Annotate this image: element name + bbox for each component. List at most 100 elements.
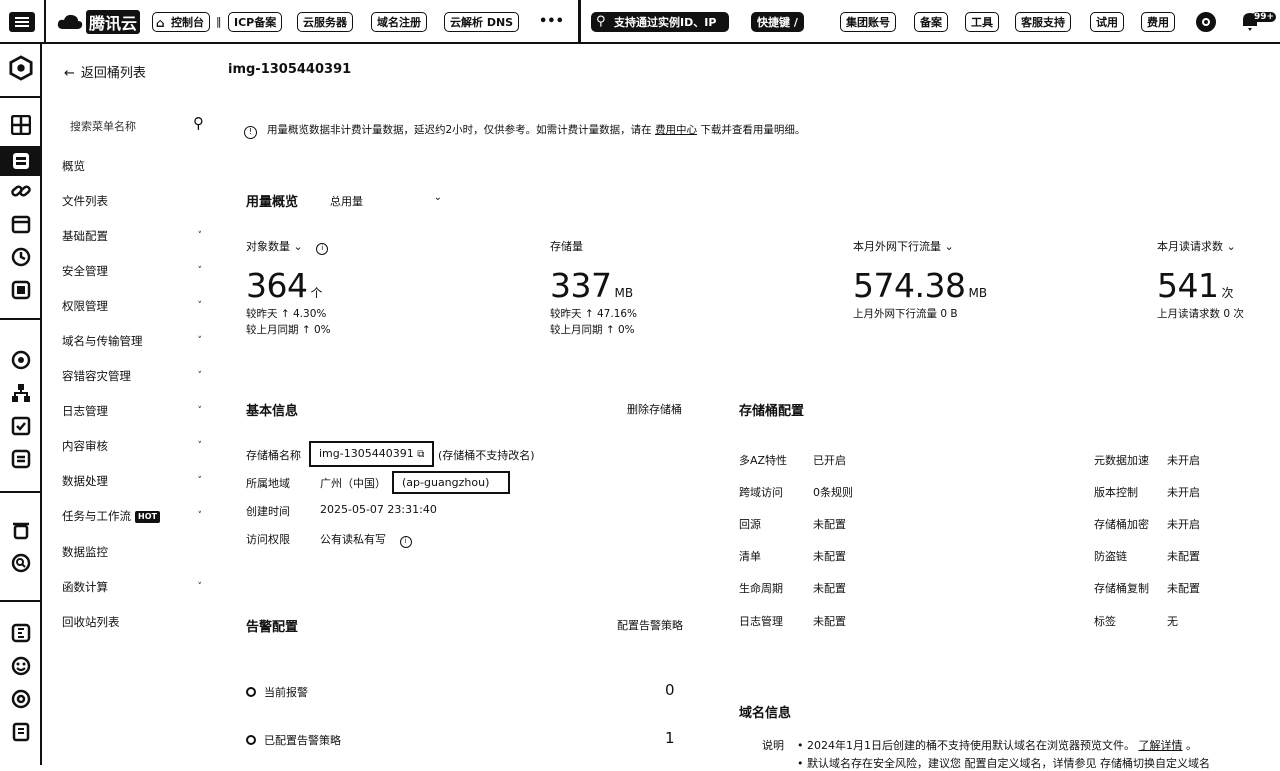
nav-cvm[interactable]: 云服务器 — [297, 12, 353, 32]
menu-item-content-review[interactable]: 内容审核 ˅ — [62, 436, 202, 456]
menu-item-workflow[interactable]: 任务与工作流 HOT ˅ — [62, 506, 202, 526]
archive-icon[interactable] — [9, 447, 33, 471]
clock-icon[interactable] — [9, 245, 33, 269]
more-icon[interactable]: ••• — [534, 12, 569, 32]
stat-traffic-value: 574.38 MB — [853, 266, 988, 305]
database-icon[interactable] — [9, 278, 33, 302]
menu-item-data-processing[interactable]: 数据处理 ˅ — [62, 471, 202, 491]
menu-item-domain-transfer[interactable]: 域名与传输管理 ˅ — [62, 331, 202, 351]
network-icon[interactable] — [9, 381, 33, 405]
menu-item-basic-config[interactable]: 基础配置 ˅ — [62, 226, 202, 246]
access-label: 访问权限 — [246, 533, 290, 546]
chevron-down-icon: ˅ — [197, 336, 203, 346]
config-value[interactable]: 未开启 — [1167, 516, 1200, 532]
search-analytics-icon[interactable] — [9, 348, 33, 372]
storage-icon[interactable] — [0, 146, 42, 176]
menu-item-overview[interactable]: 概览 — [62, 156, 202, 176]
config-key: 元数据加速 — [1094, 454, 1149, 467]
settings-circle-icon[interactable] — [9, 687, 33, 711]
region-value: 广州（中国） — [320, 477, 386, 490]
config-value[interactable]: 未配置 — [1167, 580, 1200, 596]
config-key: 回源 — [739, 518, 761, 531]
menu-item-logs[interactable]: 日志管理 ˅ — [62, 401, 202, 421]
chevron-down-icon: ˅ — [197, 231, 203, 241]
link-icon[interactable] — [9, 179, 33, 203]
delete-bucket-link[interactable]: 删除存储桶 — [627, 401, 682, 417]
menu-item-disaster-recovery[interactable]: 容错容灾管理 ˅ — [62, 366, 202, 386]
stat-objects-daily: 较昨天 ↑ 4.30% — [246, 308, 327, 320]
menu-item-recycle-bin[interactable]: 回收站列表 — [62, 612, 202, 632]
stat-objects-label[interactable]: 对象数量 ⌄ i — [246, 238, 329, 255]
billing-center-link[interactable]: 费用中心 — [655, 124, 697, 136]
usage-range-select[interactable]: 总用量 ⌄ — [330, 192, 442, 209]
top-navigation-bar: 腾讯云 ⌂ 控制台 ‖ ICP备案 云服务器 域名注册 云解析 DNS ••• … — [0, 0, 1280, 44]
menu-item-file-list[interactable]: 文件列表 — [62, 191, 202, 211]
copy-icon[interactable]: ⧉ — [417, 449, 424, 460]
nav-icp[interactable]: ICP备案 — [228, 12, 283, 32]
nav-domain[interactable]: 域名注册 — [371, 12, 427, 32]
config-key: 多AZ特性 — [739, 454, 788, 467]
info-icon[interactable]: i — [399, 536, 412, 548]
config-value[interactable]: 未配置 — [813, 580, 846, 596]
config-value[interactable]: 未配置 — [813, 613, 846, 629]
menu-item-functions[interactable]: 函数计算 ˅ — [62, 577, 202, 597]
learn-more-link[interactable]: 了解详情 — [1139, 739, 1183, 752]
nav-trial[interactable]: 试用 — [1090, 12, 1124, 32]
nav-support[interactable]: 客服支持 — [1015, 12, 1071, 32]
bucket-side-menu: ← 返回桶列表 搜索菜单名称 ⚲ 概览 文件列表 基础配置 ˅ 安全管理 ˅ 权限管理… — [42, 44, 210, 765]
arrow-left-icon: ← — [64, 66, 75, 81]
shortcut-button[interactable]: 快捷键 / — [751, 12, 804, 32]
stat-storage-monthly: 较上月同期 ↑ 0% — [550, 324, 635, 336]
nav-billing[interactable]: 费用 — [1141, 12, 1175, 32]
region-label: 所属地域 — [246, 477, 290, 490]
nav-tools[interactable]: 工具 — [965, 12, 999, 32]
stat-requests-label[interactable]: 本月读请求数 ⌄ — [1157, 238, 1236, 254]
config-key: 日志管理 — [739, 615, 783, 628]
config-value[interactable]: 未配置 — [813, 548, 846, 564]
menu-item-permissions[interactable]: 权限管理 ˅ — [62, 296, 202, 316]
config-value[interactable]: 0条规则 — [813, 484, 853, 500]
configure-alarm-link[interactable]: 配置告警策略 — [617, 617, 683, 633]
arrow-up-icon: ↑ — [584, 308, 594, 320]
menu-item-security[interactable]: 安全管理 ˅ — [62, 261, 202, 281]
config-key: 生命周期 — [739, 582, 783, 595]
cos-logo-icon[interactable] — [9, 55, 33, 81]
config-value[interactable]: 无 — [1167, 613, 1178, 629]
stat-requests-lastmonth: 上月读请求数 0 次 — [1157, 308, 1244, 320]
cloud-function-icon[interactable] — [9, 621, 33, 645]
dashboard-grid-icon[interactable] — [9, 113, 33, 137]
domain-note-2: • 默认域名存在安全风险，建议您 配置自定义域名，详情参见 存储桶切换自定义域名 — [797, 757, 1210, 770]
config-value[interactable]: 未开启 — [1167, 452, 1200, 468]
cloud-logo-icon — [57, 14, 83, 29]
hamburger-menu-icon[interactable] — [9, 12, 35, 32]
info-icon[interactable]: i — [316, 243, 329, 255]
trash-icon[interactable] — [9, 518, 33, 542]
chevron-down-icon: ⌄ — [433, 192, 442, 203]
config-value[interactable]: 未配置 — [813, 516, 846, 532]
checklist-icon[interactable] — [9, 414, 33, 438]
menu-item-monitoring[interactable]: 数据监控 — [62, 542, 202, 562]
chevron-down-icon: ˅ — [197, 406, 203, 416]
config-value[interactable]: 未配置 — [1167, 548, 1200, 564]
config-value[interactable]: 未开启 — [1167, 484, 1200, 500]
refresh-icon[interactable] — [1196, 12, 1216, 32]
search-input[interactable]: ⚲ 支持通过实例ID、IP — [591, 12, 729, 32]
nav-dns[interactable]: 云解析 DNS — [444, 12, 520, 32]
calendar-icon[interactable] — [9, 212, 33, 236]
arrow-up-icon: ↑ — [605, 324, 615, 336]
face-icon[interactable] — [9, 654, 33, 678]
nav-filing[interactable]: 备案 — [914, 12, 948, 32]
notification-bell-icon[interactable]: 99+ — [1240, 10, 1280, 34]
tencent-cloud-logo[interactable]: 腾讯云 — [56, 10, 141, 34]
nav-group-account[interactable]: 集团账号 — [840, 12, 896, 32]
alarm-section-title: 告警配置 — [246, 620, 299, 635]
console-button[interactable]: ⌂ 控制台 — [152, 12, 210, 32]
stat-traffic-label[interactable]: 本月外网下行流量 ⌄ — [853, 238, 954, 254]
domain-info-title: 域名信息 — [739, 706, 792, 721]
domain-note-label: 说明 — [762, 739, 784, 752]
menu-search-input[interactable]: 搜索菜单名称 ⚲ — [62, 114, 204, 136]
back-to-bucket-list[interactable]: ← 返回桶列表 — [64, 62, 146, 81]
document-icon[interactable] — [9, 720, 33, 744]
page-title: img-1305440391 — [228, 62, 352, 77]
magnifier-icon[interactable] — [9, 551, 33, 575]
